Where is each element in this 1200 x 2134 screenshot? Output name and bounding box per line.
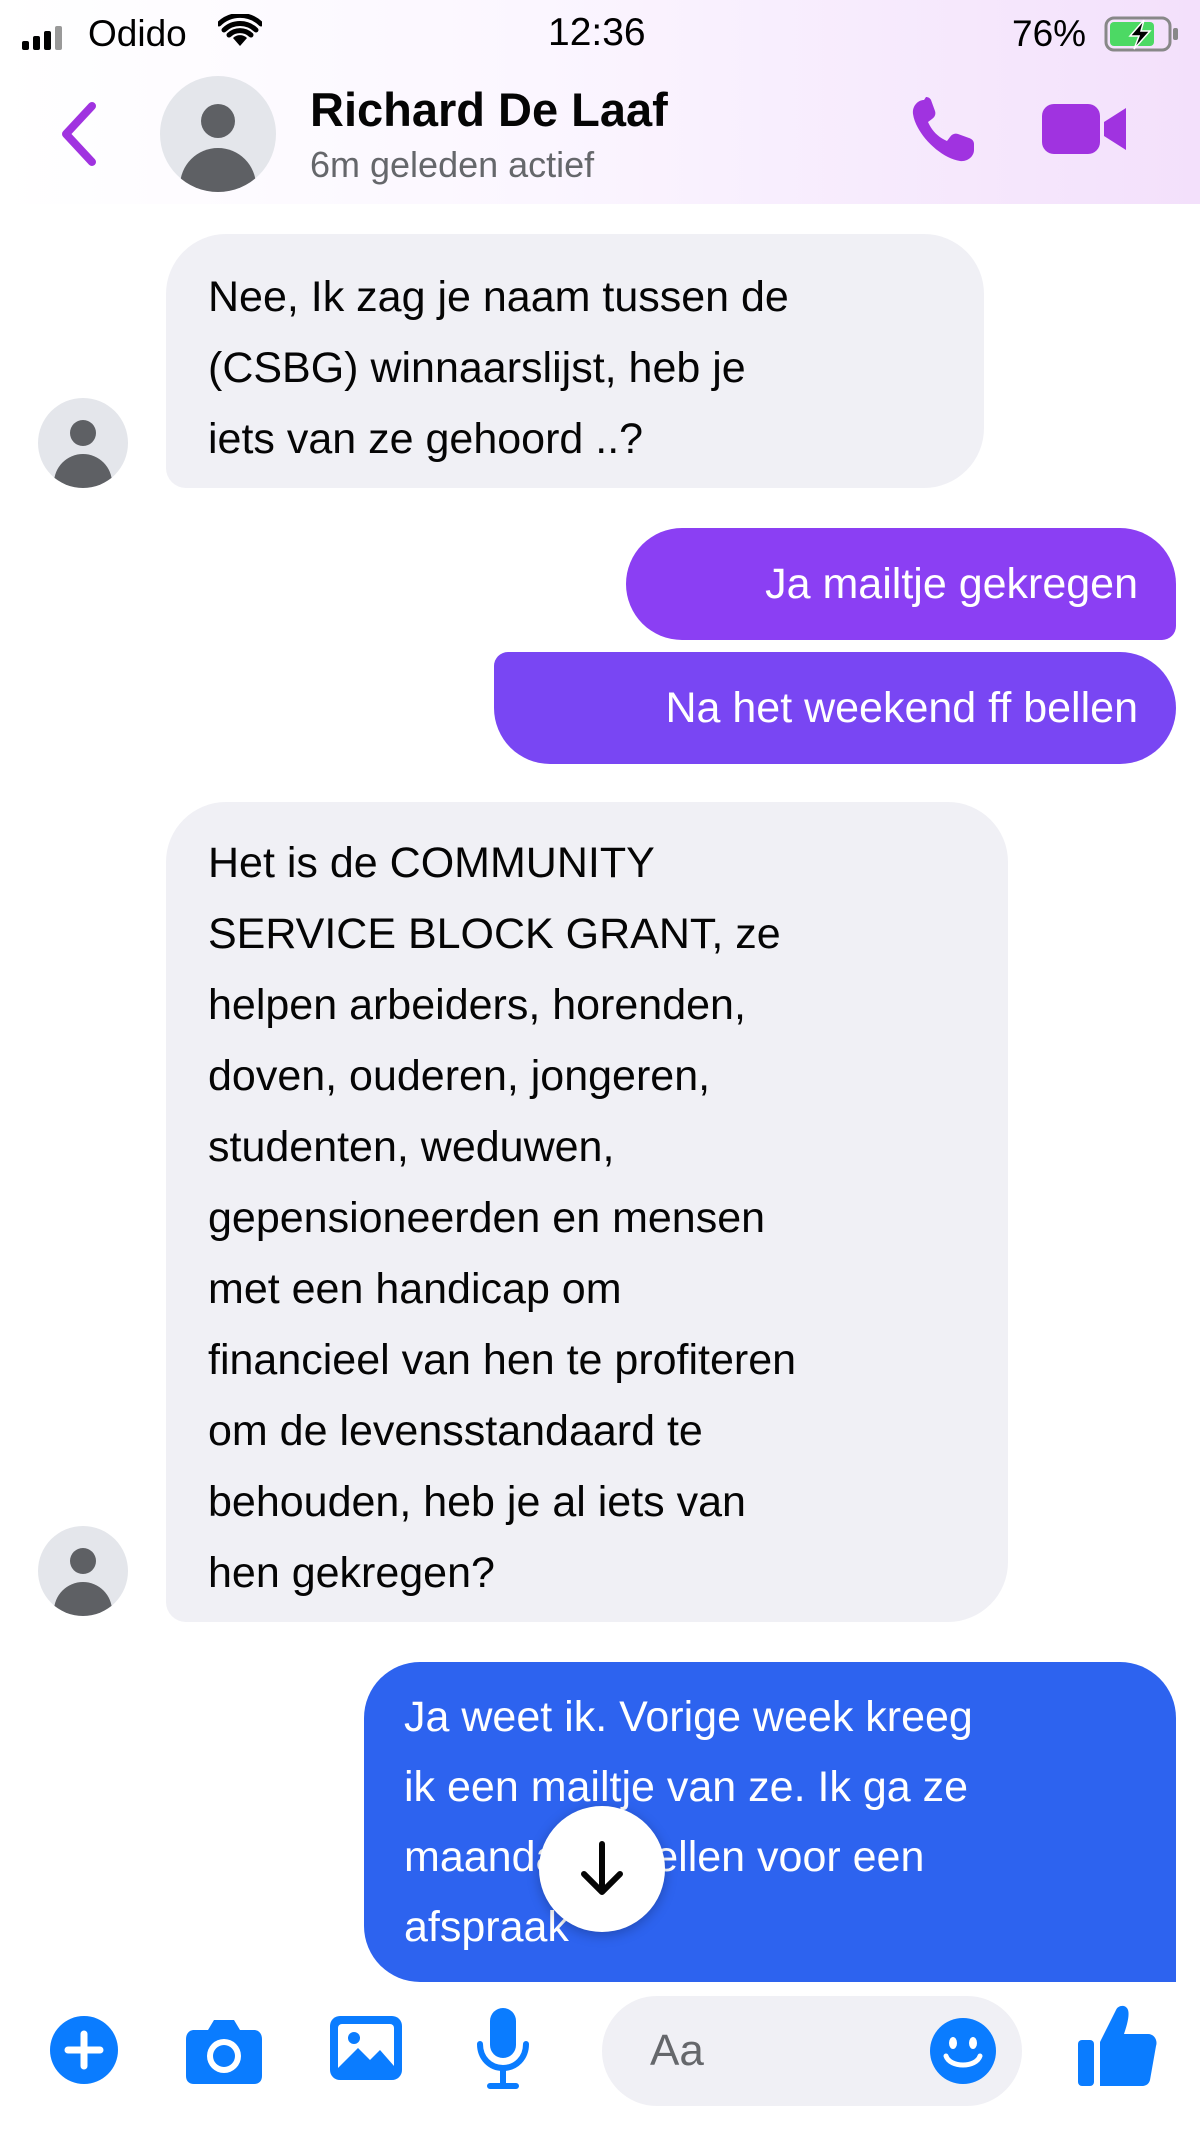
- message-line: Na het weekend ff bellen: [665, 684, 1138, 732]
- battery-charging-icon: [1104, 16, 1178, 52]
- message-line: financieel van hen te profiteren: [208, 1336, 797, 1384]
- message-line: behouden, heb je al iets van: [208, 1478, 746, 1526]
- message-line: doven, ouderen, jongeren,: [208, 1052, 711, 1100]
- back-chevron-icon[interactable]: [52, 98, 108, 170]
- outgoing-message[interactable]: Ja weet ik. Vorige week kreeg ik een mai…: [364, 1662, 1176, 1982]
- message-line: Het is de COMMUNITY: [208, 839, 655, 887]
- contact-active-status: 6m geleden actief: [310, 144, 595, 185]
- outgoing-message[interactable]: Ja mailtje gekregen: [626, 528, 1176, 640]
- image-icon[interactable]: [328, 2012, 404, 2084]
- sender-avatar[interactable]: [38, 1526, 128, 1616]
- contact-name[interactable]: Richard De Laaf: [310, 82, 668, 137]
- message-line: om de levensstandaard te: [208, 1407, 703, 1455]
- incoming-message[interactable]: Het is de COMMUNITY SERVICE BLOCK GRANT,…: [166, 802, 1008, 1622]
- scroll-to-bottom-button[interactable]: [539, 1806, 665, 1932]
- incoming-message[interactable]: Nee, Ik zag je naam tussen de (CSBG) win…: [166, 234, 984, 488]
- message-line: Nee, Ik zag je naam tussen de: [208, 273, 789, 321]
- message-line: helpen arbeiders, horenden,: [208, 981, 746, 1029]
- message-composer: Aa: [0, 1982, 1200, 2134]
- message-line: Ja mailtje gekregen: [765, 560, 1138, 608]
- message-line: hen gekregen?: [208, 1549, 495, 1597]
- wifi-icon: [218, 14, 262, 46]
- sender-avatar[interactable]: [38, 398, 128, 488]
- battery-percentage: 76%: [1012, 13, 1087, 54]
- message-input[interactable]: Aa: [602, 1996, 1022, 2106]
- status-bar: Odido 12:36 76%: [0, 0, 1200, 66]
- message-line: (CSBG) winnaarslijst, heb je: [208, 344, 746, 392]
- cellular-signal-icon: [22, 26, 64, 50]
- message-line: met een handicap om: [208, 1265, 622, 1313]
- arrow-down-icon: [581, 1841, 623, 1895]
- video-call-icon[interactable]: [1040, 98, 1130, 160]
- top-bar: Odido 12:36 76% Richard De Laaf 6m geled…: [0, 0, 1200, 204]
- chat-header: Richard De Laaf 6m geleden actief: [0, 70, 1200, 204]
- message-line: gepensioneerden en mensen: [208, 1194, 766, 1242]
- thumbs-up-icon[interactable]: [1076, 2002, 1158, 2090]
- message-line: maandag ff bellen voor een: [404, 1833, 925, 1881]
- camera-icon[interactable]: [184, 2016, 264, 2086]
- phone-call-icon[interactable]: [906, 92, 982, 168]
- message-input-placeholder: Aa: [650, 2026, 704, 2075]
- carrier-name: Odido: [88, 13, 187, 54]
- message-line: Ja weet ik. Vorige week kreeg: [404, 1693, 973, 1741]
- message-line: iets van ze gehoord ..?: [208, 415, 644, 463]
- plus-icon[interactable]: [48, 2014, 120, 2086]
- contact-avatar[interactable]: [160, 76, 276, 192]
- emoji-icon[interactable]: [928, 2016, 998, 2086]
- microphone-icon[interactable]: [474, 2006, 532, 2094]
- clock: 12:36: [548, 11, 646, 54]
- outgoing-message[interactable]: Na het weekend ff bellen: [494, 652, 1176, 764]
- message-line: ik een mailtje van ze. Ik ga ze: [404, 1763, 969, 1811]
- message-line: studenten, weduwen,: [208, 1123, 615, 1171]
- message-line: SERVICE BLOCK GRANT, ze: [208, 910, 781, 958]
- message-line: afspraak: [404, 1903, 569, 1951]
